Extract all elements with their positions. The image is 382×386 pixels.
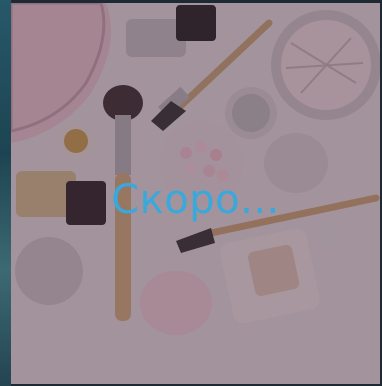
coming-soon-banner[interactable]: Скоро...	[11, 3, 380, 384]
slider-viewport: Скоро...	[0, 0, 382, 386]
previous-slide-peek[interactable]	[0, 0, 11, 386]
coming-soon-label: Скоро...	[111, 177, 280, 223]
